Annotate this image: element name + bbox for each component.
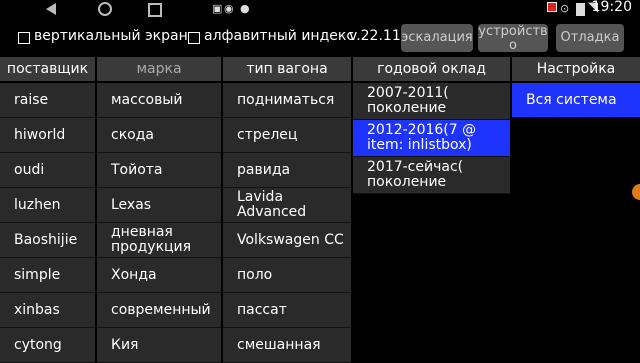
brand-item[interactable]: Кия	[97, 328, 221, 363]
floating-assistive-icon[interactable]	[632, 184, 640, 200]
clock: 19:20	[591, 0, 632, 15]
back-nav-icon[interactable]	[46, 3, 56, 15]
app-notification-icon: ◉	[224, 2, 234, 15]
type-item[interactable]: Lavida Advanced	[223, 188, 351, 223]
year-item[interactable]: 2007-2011( поколение	[353, 83, 510, 120]
type-item[interactable]: пассат	[223, 293, 351, 328]
type-header: тип вагона	[223, 57, 351, 81]
supplier-item[interactable]: hiworld	[0, 118, 95, 153]
battery-icon	[576, 3, 585, 16]
brand-column: марка массовый скода Тойота Lexas дневна…	[97, 57, 221, 363]
supplier-item[interactable]: oudi	[0, 153, 95, 188]
type-item[interactable]: смешанная	[223, 328, 351, 363]
location-icon: ⊙	[560, 2, 570, 15]
brand-item[interactable]: современный	[97, 293, 221, 328]
brand-item[interactable]: скода	[97, 118, 221, 153]
device-button[interactable]: устройств о	[478, 24, 548, 52]
vertical-screen-label: вертикальный экран	[34, 28, 188, 44]
debug-button[interactable]: Отладка	[556, 24, 624, 52]
brand-item[interactable]: Хонда	[97, 258, 221, 293]
status-bar: ▣ ◉ ● ⊙ ◥ 19:20	[0, 0, 640, 20]
supplier-header: поставщик	[0, 57, 95, 81]
year-column: годовой оклад 2007-2011( поколение 2012-…	[353, 57, 510, 194]
settings-header: Настройка	[512, 57, 640, 81]
options-row: вертикальный экран алфавитный индекс v.2…	[0, 22, 640, 56]
home-nav-icon[interactable]	[98, 2, 112, 16]
recent-apps-icon[interactable]	[148, 3, 162, 17]
brand-item[interactable]: Тойота	[97, 153, 221, 188]
settings-item[interactable]: Вся система	[512, 83, 640, 118]
year-item[interactable]: 2017-сейчас( поколение	[353, 157, 510, 194]
type-item[interactable]: поло	[223, 258, 351, 293]
type-column: тип вагона подниматься стрелец равида La…	[223, 57, 351, 363]
sync-notification-icon: ●	[240, 2, 250, 15]
type-item[interactable]: Volkswagen CC	[223, 223, 351, 258]
supplier-item[interactable]: Baoshijie	[0, 223, 95, 258]
alphabetic-index-checkbox[interactable]	[188, 32, 200, 44]
brand-item[interactable]: Lexas	[97, 188, 221, 223]
year-item[interactable]: 2012-2016(7 @ item: inlistbox)	[353, 120, 510, 157]
type-item[interactable]: стрелец	[223, 118, 351, 153]
supplier-item[interactable]: cytong	[0, 328, 95, 363]
supplier-item[interactable]: raise	[0, 83, 95, 118]
type-item[interactable]: подниматься	[223, 83, 351, 118]
notification-flag-icon	[547, 2, 557, 12]
supplier-item[interactable]: xinbas	[0, 293, 95, 328]
type-item[interactable]: равида	[223, 153, 351, 188]
brand-item[interactable]: массовый	[97, 83, 221, 118]
brand-header: марка	[97, 57, 221, 81]
device-button-line1: устройств	[478, 24, 548, 39]
brand-item[interactable]: дневная продукция	[97, 223, 221, 258]
supplier-column: поставщик raise hiworld oudi luzhen Baos…	[0, 57, 95, 363]
vertical-screen-checkbox[interactable]	[18, 32, 30, 44]
settings-column: Настройка Вся система	[512, 57, 640, 118]
image-notification-icon: ▣	[212, 2, 223, 15]
alphabetic-index-label: алфавитный индекс	[204, 28, 355, 44]
device-button-line2: о	[509, 38, 517, 53]
escalation-button[interactable]: эскалация	[401, 24, 473, 52]
supplier-item[interactable]: luzhen	[0, 188, 95, 223]
year-header: годовой оклад	[353, 57, 510, 81]
supplier-item[interactable]: simple	[0, 258, 95, 293]
version-label: v.22.11.1	[349, 28, 401, 44]
